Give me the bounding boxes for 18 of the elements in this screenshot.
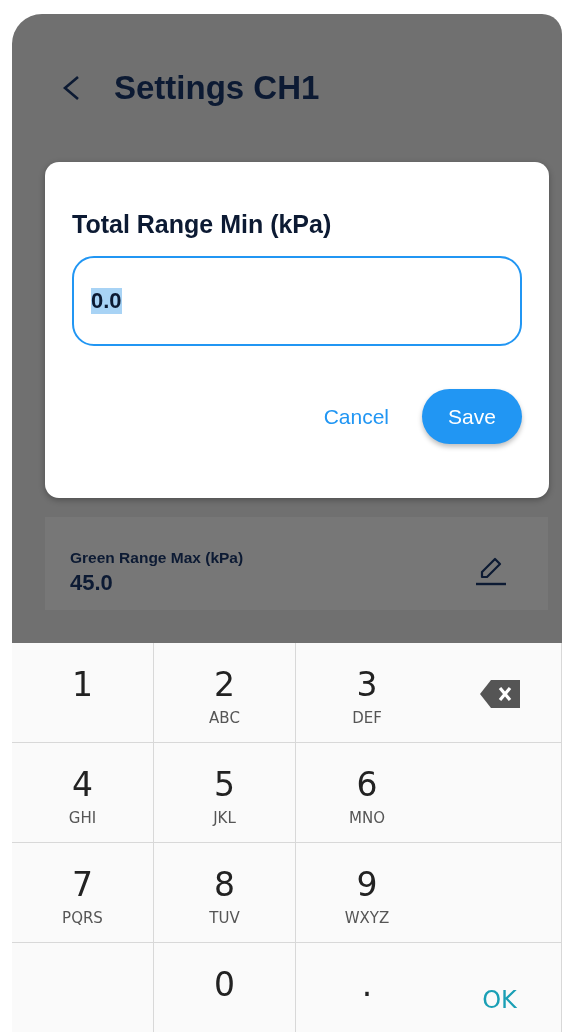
setting-label: Green Range Max (kPa) <box>70 549 244 567</box>
keypad-key[interactable]: 0 <box>154 943 296 1032</box>
setting-value: 45.0 <box>70 570 114 596</box>
dialog-title: Total Range Min (kPa) <box>72 210 333 239</box>
keypad-key[interactable]: 2 ABC <box>154 643 296 743</box>
keypad-key[interactable]: 6 MNO <box>296 743 438 843</box>
keypad-key[interactable]: 7 PQRS <box>12 843 154 943</box>
keypad-key[interactable]: 4 GHI <box>12 743 154 843</box>
keypad-key[interactable]: 3 DEF <box>296 643 438 743</box>
keypad-key[interactable]: . <box>296 943 438 1032</box>
edit-icon[interactable] <box>474 555 508 587</box>
backspace-icon[interactable] <box>478 679 521 709</box>
keypad-key[interactable]: 9 WXYZ <box>296 843 438 943</box>
keypad-key[interactable]: 1 <box>12 643 154 743</box>
keypad-key[interactable]: 5 JKL <box>154 743 296 843</box>
page-title: Settings CH1 <box>114 69 320 107</box>
keypad-key[interactable]: 8 TUV <box>154 843 296 943</box>
input-field[interactable]: 0.0 <box>72 256 522 346</box>
